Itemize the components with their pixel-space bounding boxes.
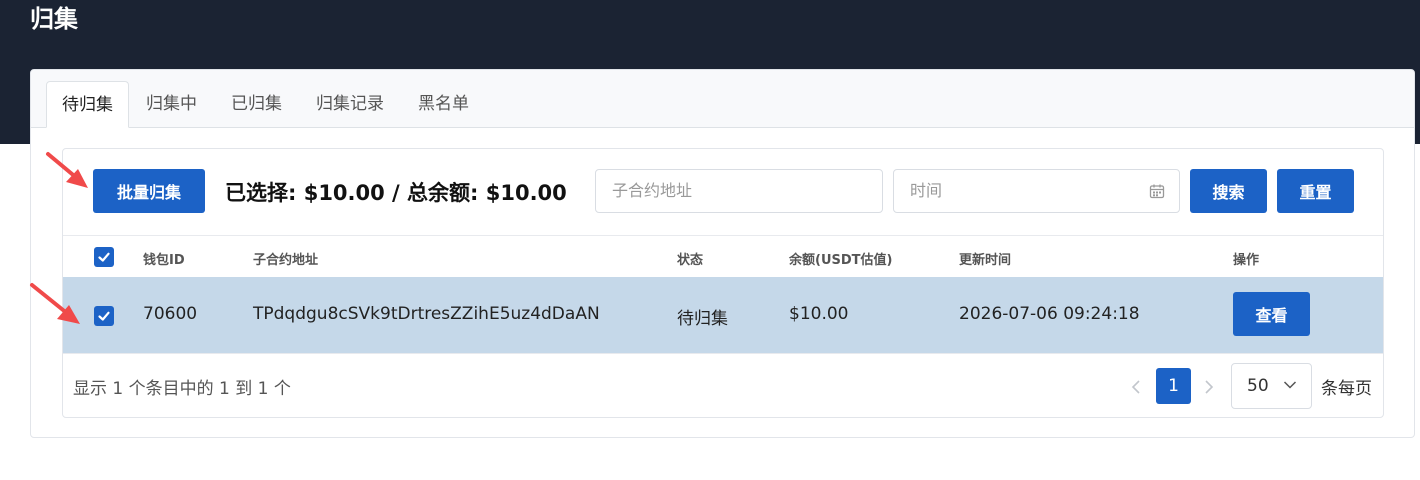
cell-address: TPdqdgu8cSVk9tDrtresZZihE5uz4dDaAN [253, 304, 600, 324]
page-size-value: 50 [1247, 376, 1269, 396]
check-icon [98, 252, 110, 262]
tab-collected[interactable]: 已归集 [216, 81, 297, 128]
collection-card: 待归集 归集中 已归集 归集记录 黑名单 批量归集 已选择: $10.00 / … [30, 69, 1415, 438]
page-1-button[interactable]: 1 [1156, 368, 1191, 404]
annotation-arrow-icon [46, 152, 88, 188]
check-icon [98, 311, 110, 321]
header-wallet-id: 钱包ID [143, 253, 185, 268]
address-search-input[interactable]: 子合约地址 [595, 169, 883, 213]
cell-wallet-id: 70600 [143, 304, 198, 324]
selection-summary: 已选择: $10.00 / 总余额: $10.00 [225, 181, 567, 205]
tab-records[interactable]: 归集记录 [301, 81, 399, 128]
cell-status: 待归集 [677, 309, 728, 329]
annotation-arrow-icon [30, 283, 80, 324]
search-button[interactable]: 搜索 [1190, 169, 1267, 213]
table-row[interactable]: 70600 TPdqdgu8cSVk9tDrtresZZihE5uz4dDaAN… [63, 277, 1383, 353]
header-actions: 操作 [1233, 253, 1260, 268]
chevron-right-icon[interactable] [1204, 379, 1214, 395]
batch-collect-button[interactable]: 批量归集 [93, 169, 205, 213]
time-placeholder: 时间 [910, 181, 943, 200]
select-all-checkbox[interactable] [94, 247, 114, 267]
tab-in-progress[interactable]: 归集中 [131, 81, 212, 128]
tab-bar: 待归集 归集中 已归集 归集记录 黑名单 [31, 70, 1414, 128]
cell-updated: 2026-07-06 09:24:18 [959, 304, 1140, 324]
row-checkbox[interactable] [94, 306, 114, 326]
chevron-down-icon [1283, 381, 1297, 389]
page-title: 归集 [30, 5, 78, 33]
header-balance: 余额(USDT估值) [789, 253, 893, 268]
per-page-label: 条每页 [1321, 379, 1372, 399]
address-placeholder: 子合约地址 [612, 181, 693, 200]
collection-panel: 批量归集 已选择: $10.00 / 总余额: $10.00 子合约地址 时间 … [62, 148, 1384, 418]
table-header: 钱包ID 子合约地址 状态 余额(USDT估值) 更新时间 操作 [63, 235, 1383, 277]
time-picker-input[interactable]: 时间 [893, 169, 1180, 213]
cell-balance: $10.00 [789, 304, 849, 324]
tab-blacklist[interactable]: 黑名单 [403, 81, 484, 128]
calendar-icon [1149, 184, 1165, 199]
header-address: 子合约地址 [253, 253, 319, 268]
tab-pending[interactable]: 待归集 [46, 81, 129, 128]
page-size-select[interactable]: 50 [1231, 363, 1312, 409]
header-status: 状态 [677, 253, 704, 268]
view-button[interactable]: 查看 [1233, 292, 1310, 336]
chevron-left-icon[interactable] [1131, 379, 1141, 395]
table-footer: 显示 1 个条目中的 1 到 1 个 1 50 条每页 [63, 353, 1383, 417]
reset-button[interactable]: 重置 [1277, 169, 1354, 213]
pagination-info: 显示 1 个条目中的 1 到 1 个 [73, 379, 291, 399]
header-updated: 更新时间 [959, 253, 1012, 268]
